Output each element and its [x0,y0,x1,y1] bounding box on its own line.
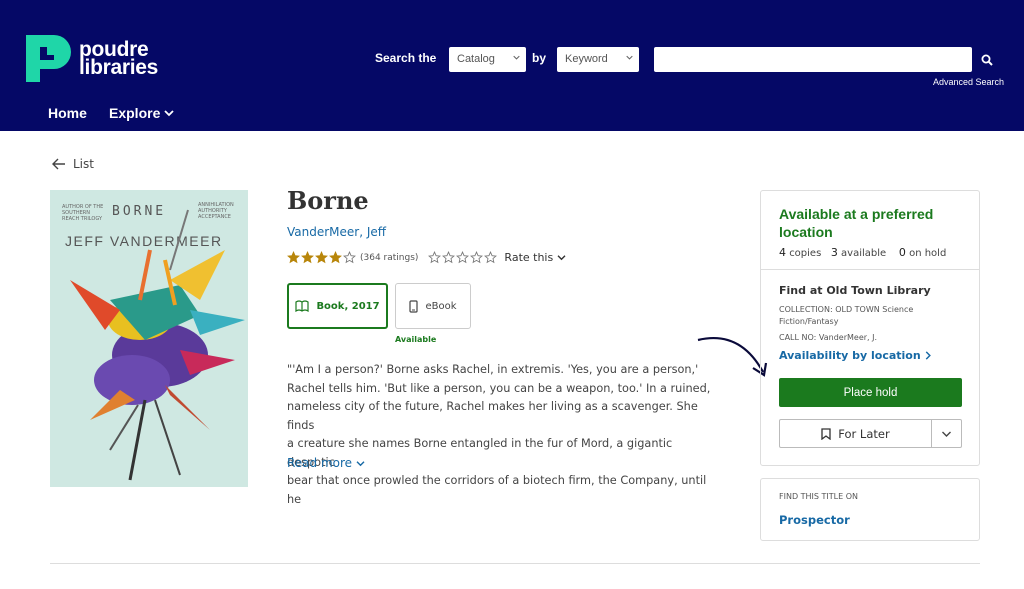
available-label: available [841,248,887,259]
average-rating-stars [287,251,357,264]
chevron-down-icon [513,55,520,60]
chevron-down-icon [164,110,174,117]
call-number: CALL NO: VanderMeer, J. [779,333,878,342]
description-line: "'Am I a person?' Borne asks Rachel, in … [287,363,699,376]
book-description: "'Am I a person?' Borne asks Rachel, in … [287,361,712,509]
search-button[interactable] [974,47,1000,72]
chevron-down-icon [942,431,951,437]
search-input[interactable] [654,47,972,72]
star-empty-icon [470,251,484,264]
bookmark-icon [821,427,831,440]
chevron-down-icon [557,255,566,261]
availability-panel: Available at a preferred location 4 copi… [760,190,980,466]
star-empty-icon [343,251,356,264]
find-this-title-on-label: FIND THIS TITLE ON [779,492,858,501]
star-filled-icon [315,251,328,264]
collection-line-1: COLLECTION: OLD TOWN Science [779,305,914,314]
curved-arrow-icon [697,336,768,377]
read-more-label: Read more [287,456,353,470]
catalog-select-value: Catalog [457,53,495,65]
rate-this-stars[interactable] [428,251,498,264]
cover-artwork [70,209,245,481]
keyword-select[interactable]: Keyword [557,47,639,72]
back-to-list-link[interactable]: List [52,157,94,171]
back-link-label: List [73,157,94,171]
star-filled-icon [287,251,300,264]
tablet-icon [409,299,419,313]
advanced-search-link[interactable]: Advanced Search [933,77,1004,87]
find-at-library: Find at Old Town Library [779,284,931,297]
format-ebook-label: eBook [425,300,457,312]
divider [761,269,979,270]
search-icon [981,54,993,66]
ratings-count: (364 ratings) [360,252,419,263]
copy-counts: 4 copies 3 available 0 on hold [779,246,946,259]
rating-row: (364 ratings) Rate this [287,251,566,264]
poudre-libraries-logo[interactable]: poudre libraries [26,35,158,82]
available-count: 3 [830,246,838,259]
find-elsewhere-panel: FIND THIS TITLE ON Prospector [760,478,980,541]
for-later-dropdown-button[interactable] [931,419,962,448]
availability-title: Available at a preferred location [779,206,934,240]
star-filled-icon [329,251,342,264]
availability-by-location-label: Availability by location [779,349,921,362]
copies-count: 4 [779,246,786,259]
format-ebook-button[interactable]: eBook [395,283,471,329]
nav-explore-label: Explore [109,105,161,121]
format-book-label: Book, 2017 [316,300,380,312]
collection-line-2: Fiction/Fantasy [779,317,839,326]
availability-by-location-link[interactable]: Availability by location [779,349,932,362]
book-title: Borne [287,186,369,215]
site-header: poudre libraries Search the Catalog by K… [0,0,1024,131]
nav-explore[interactable]: Explore [109,105,174,121]
ebook-availability-status: Available [395,335,437,344]
copies-label: copies [789,248,822,259]
star-empty-icon [456,251,470,264]
star-empty-icon [484,251,498,264]
logo-mark-icon [26,35,71,82]
on-hold-label: on hold [909,248,947,259]
search-the-label: Search the [375,51,437,65]
catalog-select[interactable]: Catalog [449,47,526,72]
chevron-down-icon [626,55,633,60]
book-cover[interactable]: AUTHOR OF THE SOUTHERN REACH TRILOGY BOR… [50,190,248,487]
rate-this-label: Rate this [504,251,554,264]
description-line: nameless city of the future, Rachel make… [287,400,698,432]
keyword-select-value: Keyword [565,53,608,65]
by-label: by [532,51,547,65]
chevron-right-icon [925,351,931,360]
for-later-label: For Later [838,426,890,441]
nav-home[interactable]: Home [48,105,87,121]
place-hold-button[interactable]: Place hold [779,378,962,407]
logo-text: poudre libraries [79,39,159,79]
for-later-button[interactable]: For Later [779,419,932,448]
rate-this-control[interactable]: Rate this [428,251,566,264]
on-hold-count: 0 [898,246,906,259]
logo-line-2: libraries [79,55,159,79]
chevron-down-icon [356,460,365,466]
star-filled-icon [301,251,314,264]
description-line: bear that once prowled the corridors of … [287,474,707,506]
arrow-left-icon [52,158,65,170]
collection-info: COLLECTION: OLD TOWN Science Fiction/Fan… [779,304,964,328]
format-book-button[interactable]: Book, 2017 [287,283,388,329]
star-empty-icon [428,251,442,264]
description-line: Rachel tells him. 'But like a person, yo… [287,381,711,395]
read-more-link[interactable]: Read more [287,456,365,470]
star-empty-icon [442,251,456,264]
author-link[interactable]: VanderMeer, Jeff [287,225,386,239]
divider [50,563,980,564]
book-open-icon [295,300,310,312]
prospector-link[interactable]: Prospector [779,513,850,527]
